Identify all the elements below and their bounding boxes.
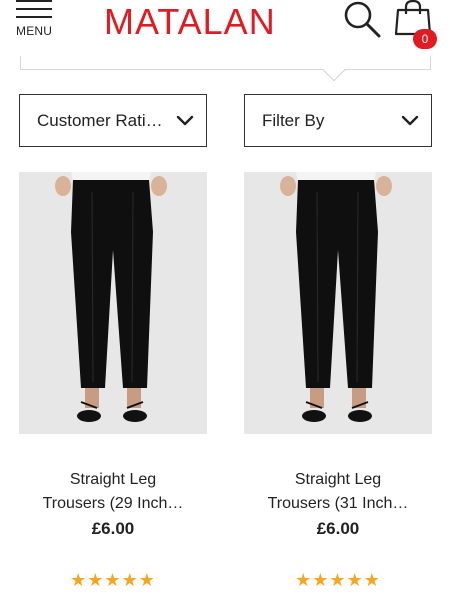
chevron-down-icon bbox=[176, 115, 194, 126]
menu-label: MENU bbox=[16, 24, 53, 38]
shopping-bag-button[interactable]: 0 bbox=[394, 0, 440, 50]
product-name-line1: Straight Leg bbox=[69, 471, 157, 488]
search-icon bbox=[344, 1, 381, 38]
star-rating: ★★★★★ bbox=[70, 570, 156, 590]
product-name-line2: Trousers (29 Inch… bbox=[42, 495, 184, 512]
filter-dropdown-label: Filter By bbox=[262, 111, 325, 130]
menu-button[interactable]: MENU bbox=[16, 0, 56, 44]
product-name[interactable]: Straight Leg Trousers (31 Inch… bbox=[238, 468, 438, 516]
product-name-line1: Straight Leg bbox=[294, 471, 382, 488]
search-button[interactable] bbox=[342, 0, 382, 40]
matalan-logo[interactable]: MATALAN bbox=[104, 1, 276, 43]
hamburger-bar bbox=[16, 8, 52, 10]
search-panel-edge bbox=[20, 56, 431, 70]
star-rating: ★★★★★ bbox=[295, 570, 381, 590]
trousers-image bbox=[244, 172, 432, 434]
filter-dropdown[interactable]: Filter By bbox=[244, 94, 432, 147]
product-image[interactable] bbox=[19, 172, 207, 434]
sort-dropdown-label: Customer Rati… bbox=[37, 111, 163, 130]
chevron-down-icon bbox=[401, 115, 419, 126]
product-image[interactable] bbox=[244, 172, 432, 434]
hamburger-icon bbox=[16, 0, 52, 2]
sort-dropdown[interactable]: Customer Rati… bbox=[19, 94, 207, 147]
hamburger-bar bbox=[16, 16, 52, 18]
product-name[interactable]: Straight Leg Trousers (29 Inch… bbox=[13, 468, 213, 516]
trousers-image bbox=[19, 172, 207, 434]
product-price: £6.00 bbox=[316, 519, 360, 538]
product-name-line2: Trousers (31 Inch… bbox=[267, 495, 409, 512]
product-price: £6.00 bbox=[91, 519, 135, 538]
bag-count-badge: 0 bbox=[413, 29, 437, 49]
site-header: MENU MATALAN 0 bbox=[0, 0, 450, 58]
